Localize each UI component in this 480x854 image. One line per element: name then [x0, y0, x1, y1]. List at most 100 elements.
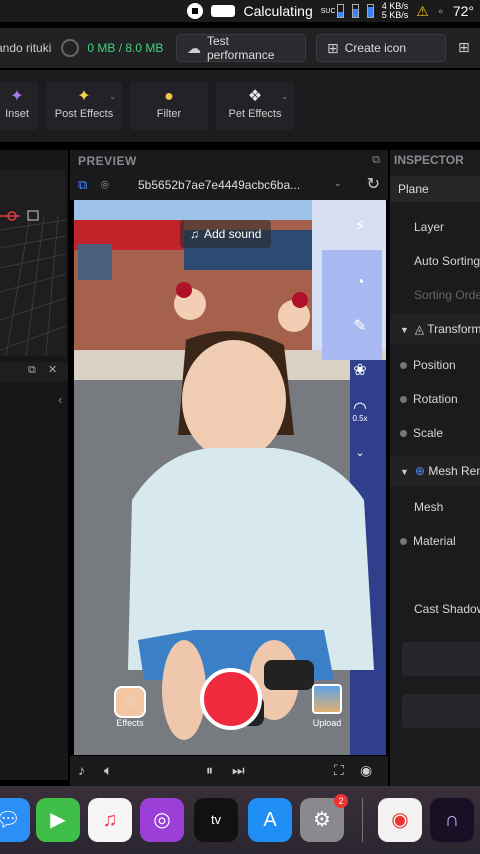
- add-sound-button[interactable]: ♫ Add sound: [180, 220, 272, 248]
- chevron-down-icon[interactable]: ⌄: [348, 446, 372, 459]
- layer-row[interactable]: Layer: [390, 212, 480, 242]
- inset-icon: ✦: [10, 88, 24, 105]
- step-forward-icon[interactable]: ⏭︎: [232, 762, 245, 779]
- podcasts-app-icon[interactable]: ◎: [140, 798, 184, 842]
- bullet-icon: [400, 395, 407, 403]
- record-button[interactable]: [200, 668, 262, 730]
- add-component-field[interactable]: [402, 642, 480, 676]
- auto-sorting-row[interactable]: Auto Sorting: [390, 246, 480, 276]
- menu-bar: Calculating SUC 4 KB/s 5 KB/s ⚠ ☼ 72°: [0, 0, 480, 22]
- music-note-icon: ♫: [190, 227, 199, 241]
- effects-face-icon: ☺: [121, 693, 139, 710]
- refresh-icon[interactable]: ↻: [367, 174, 380, 194]
- scene-grid: [0, 210, 66, 356]
- screen-record-icon[interactable]: [187, 3, 204, 19]
- flash-icon[interactable]: ⚡: [348, 216, 372, 236]
- chevron-down-icon: ⌄: [281, 92, 288, 101]
- messages-app-icon[interactable]: 💬︎: [0, 798, 30, 842]
- effect-id-dropdown[interactable]: 5b5652b7ae7e4449acbc6ba...: [138, 178, 300, 192]
- battery-status-icon[interactable]: [211, 5, 236, 17]
- inspector-title: INSPECTOR: [394, 153, 464, 167]
- cloud-upload-icon: ☁: [187, 39, 201, 56]
- sync-status-icon[interactable]: [61, 39, 80, 57]
- position-row[interactable]: Position: [390, 350, 480, 380]
- chevron-down-icon: ⌄: [109, 92, 116, 101]
- create-icon-label: Create icon: [344, 41, 407, 55]
- transform-icon: ◬: [414, 322, 425, 336]
- tiktok-icon[interactable]: ♪: [78, 762, 85, 778]
- test-performance-label: Test performance: [207, 34, 275, 62]
- popout-icon[interactable]: ⧉: [372, 154, 380, 167]
- test-performance-button[interactable]: ☁ Test performance: [176, 34, 306, 62]
- add-sound-label: Add sound: [204, 227, 262, 241]
- cast-shadow-row[interactable]: Cast Shadow: [390, 594, 480, 624]
- sorting-order-row[interactable]: Sorting Order: [390, 280, 480, 310]
- weather-icon[interactable]: ☼: [437, 8, 445, 15]
- scale-row[interactable]: Scale: [390, 418, 480, 448]
- inset-effect-button[interactable]: ✦ Inset: [0, 82, 38, 130]
- qr-code-icon[interactable]: ⊞: [458, 39, 470, 56]
- popout-icon[interactable]: ⧉: [28, 364, 36, 377]
- post-effects-button[interactable]: ✦ Post Effects ⌄: [46, 82, 122, 130]
- preview-header: PREVIEW ⧉ ⧉ ⌾ 5b5652b7ae7e4449acbc6ba...…: [70, 150, 388, 200]
- chevron-down-icon[interactable]: ⌄: [334, 178, 342, 189]
- pet-effects-button[interactable]: ❖ Pet Effects ⌄: [216, 82, 294, 130]
- camera-preview[interactable]: ♫ Add sound ⚡ ◔ ✎ ❀ ◠ 0.5x ⌄ ☺ Effects U…: [74, 200, 386, 755]
- facetime-app-icon[interactable]: ▶: [36, 798, 80, 842]
- memory-usage: 0 MB / 8.0 MB: [87, 41, 164, 55]
- temperature[interactable]: 72°: [453, 3, 474, 19]
- calculating-label[interactable]: Calculating: [243, 3, 312, 19]
- chrome-app-icon[interactable]: ◉: [378, 798, 422, 842]
- copy-icon[interactable]: ⧉: [78, 177, 87, 192]
- disk-gauge-icon[interactable]: [351, 4, 359, 18]
- network-speed[interactable]: 4 KB/s 5 KB/s: [382, 2, 409, 20]
- screenshot-camera-icon[interactable]: ⌾: [101, 177, 109, 192]
- filters-icon[interactable]: ❀: [348, 360, 372, 380]
- macos-dock: 💬︎ ▶ ♫ ◎ tv A ⚙ 2 ◉ ∩: [0, 786, 480, 854]
- mesh-renderer-label: Mesh Renderer: [428, 464, 480, 478]
- effects-button[interactable]: ☺: [114, 686, 146, 718]
- transform-section[interactable]: ▼ ◬ Transform: [390, 314, 480, 344]
- warning-icon[interactable]: ⚠: [416, 3, 429, 20]
- object-name-field[interactable]: Plane: [390, 176, 480, 202]
- chevron-down-icon: ▼: [400, 467, 409, 477]
- app-topbar: ando rituki 0 MB / 8.0 MB ☁ Test perform…: [0, 28, 480, 68]
- network-down: 5 KB/s: [381, 10, 409, 20]
- app-store-app-icon[interactable]: A: [248, 798, 292, 842]
- record-mode-icon[interactable]: ◉: [360, 762, 372, 779]
- create-icon-button[interactable]: ⊞ Create icon: [316, 34, 446, 62]
- preview-controls: ♪ 🔈︎ ⏸︎ ⏭︎ ⛶ ◉: [70, 756, 388, 786]
- upload-label: Upload: [312, 718, 342, 728]
- effect-house-app-icon[interactable]: ∩: [430, 798, 474, 842]
- timer-icon[interactable]: ◔: [348, 274, 372, 292]
- battery-gauge-icon[interactable]: [366, 4, 374, 18]
- rotation-row[interactable]: Rotation: [390, 384, 480, 414]
- beautify-wand-icon[interactable]: ✎: [348, 316, 372, 336]
- inspector-empty-field[interactable]: [402, 694, 480, 728]
- vertical-status-text: SUC: [320, 7, 336, 15]
- mute-icon[interactable]: 🔈︎: [104, 762, 112, 779]
- mesh-renderer-section[interactable]: ▼ ⊕ Mesh Renderer: [390, 456, 480, 486]
- preview-title: PREVIEW: [78, 154, 137, 168]
- fit-screen-icon[interactable]: ⛶: [334, 762, 344, 779]
- inspector-panel: INSPECTOR Plane Layer Auto Sorting Sorti…: [390, 150, 480, 786]
- filter-icon: ●: [164, 88, 174, 105]
- scene-viewport[interactable]: [0, 170, 66, 356]
- inset-label: Inset: [5, 108, 29, 120]
- upload-button[interactable]: [312, 684, 342, 714]
- music-app-icon[interactable]: ♫: [88, 798, 132, 842]
- memory-gauge-icon[interactable]: [336, 4, 344, 18]
- transform-label: Transform: [427, 322, 480, 336]
- apple-tv-app-icon[interactable]: tv: [194, 798, 238, 842]
- pause-icon[interactable]: ⏸︎: [206, 762, 213, 779]
- effects-label: Effects: [116, 718, 144, 728]
- material-label: Material: [413, 534, 456, 548]
- mesh-row[interactable]: Mesh: [390, 492, 480, 522]
- project-name[interactable]: ando rituki: [0, 41, 51, 55]
- filter-button[interactable]: ● Filter: [130, 82, 208, 130]
- material-row[interactable]: Material: [390, 526, 480, 556]
- close-icon[interactable]: ✕: [48, 363, 57, 376]
- post-effects-label: Post Effects: [54, 108, 114, 120]
- left-panel-header: ⧉ ✕: [0, 362, 68, 382]
- collapse-panel-icon[interactable]: ‹: [58, 392, 62, 407]
